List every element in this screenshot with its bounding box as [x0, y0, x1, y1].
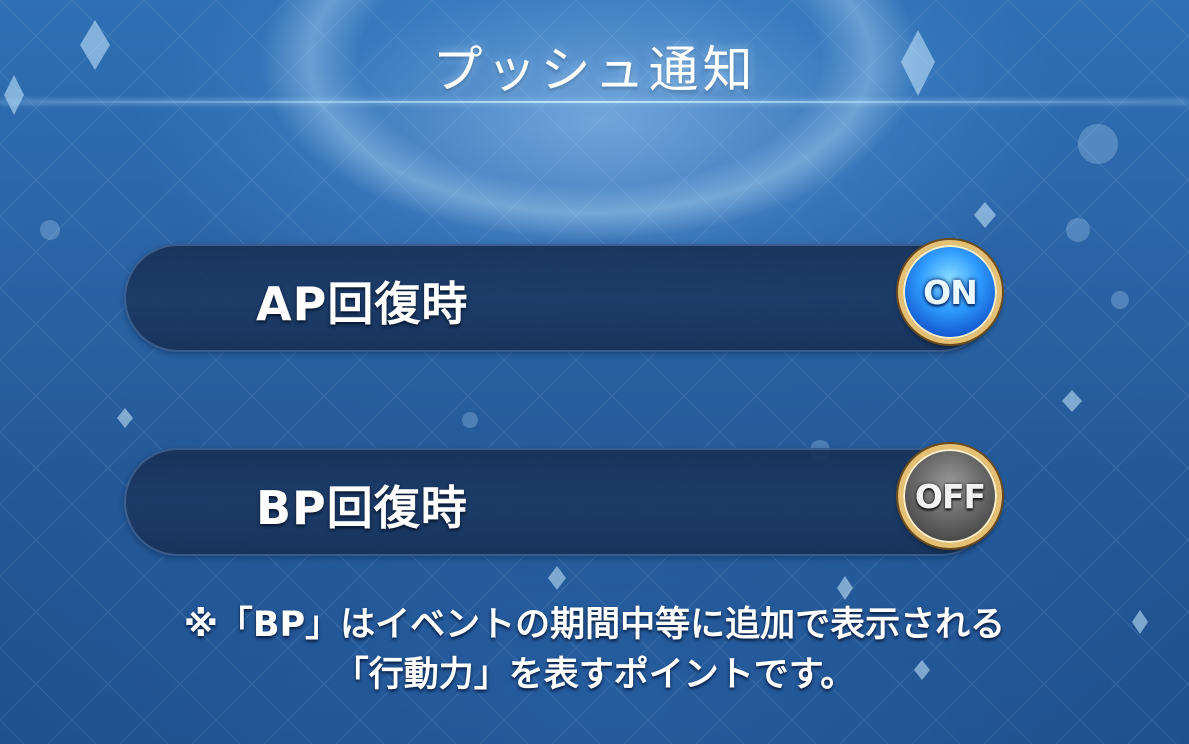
bp-recovery-label: BP回復時 — [256, 481, 468, 535]
title-divider — [0, 101, 1189, 103]
bp-recovery-setting-row: BP回復時 OFF — [124, 444, 1002, 556]
page-title: プッシュ通知 — [432, 41, 757, 99]
ap-recovery-toggle-button[interactable]: ON — [898, 240, 1002, 344]
ap-toggle-state: ON — [923, 272, 978, 312]
ap-recovery-label: AP回復時 — [256, 277, 469, 331]
ap-recovery-setting-row: AP回復時 ON — [124, 240, 1002, 352]
note-line-2: 「行動力」を表すポイントです。 — [333, 655, 856, 695]
bp-recovery-toggle-button[interactable]: OFF — [898, 444, 1002, 548]
bp-explanation-note: ※「BP」はイベントの期間中等に追加で表示される 「行動力」を表すポイントです。 — [0, 600, 1189, 700]
push-notification-screen: プッシュ通知 AP回復時 ON BP回復時 OFF ※「BP」はイベントの期間中… — [0, 0, 1189, 744]
bp-toggle-state: OFF — [914, 476, 986, 516]
note-line-1: ※「BP」はイベントの期間中等に追加で表示される — [183, 605, 1006, 645]
